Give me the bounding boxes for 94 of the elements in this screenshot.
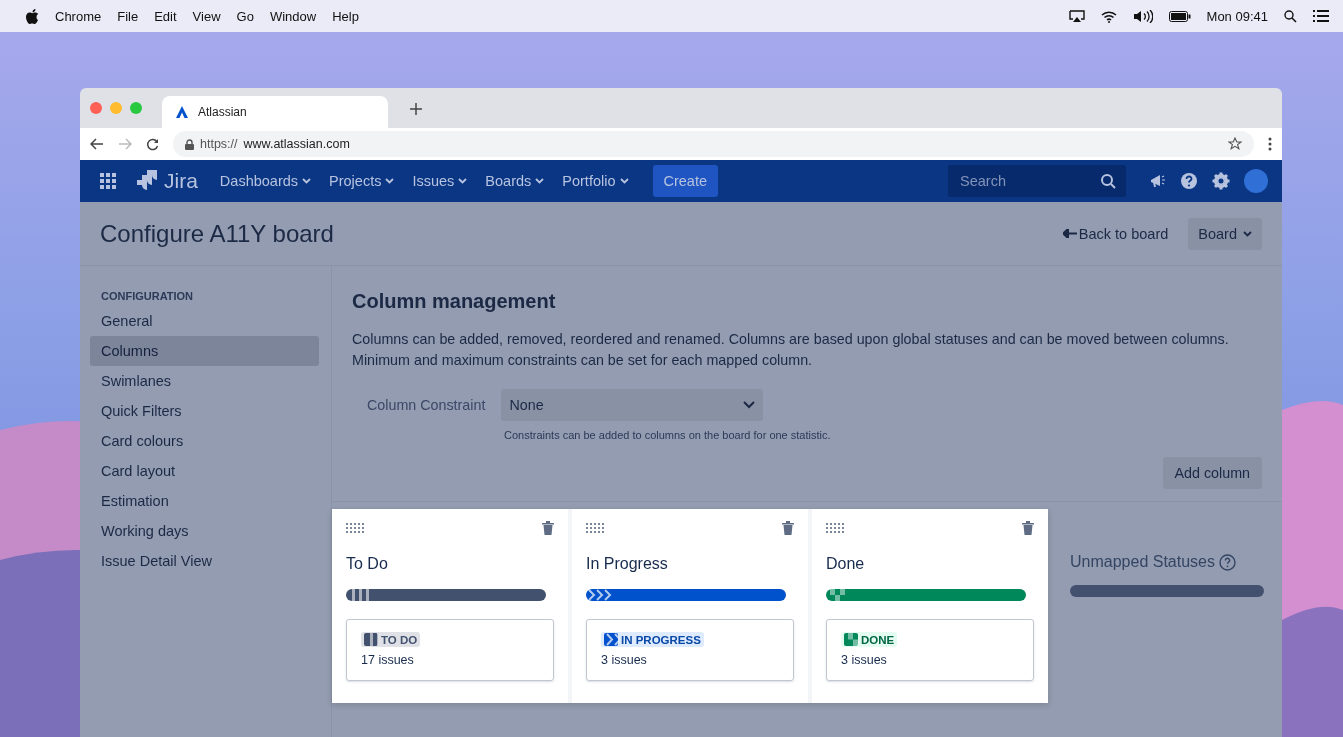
status-icon [844,633,858,646]
status-card[interactable]: IN PROGRESS 3 issues [586,619,794,681]
status-lozenge: TO DO [361,632,421,647]
sidebar-item[interactable]: General [90,306,319,336]
section-title: Column management [352,290,557,313]
back-arrow-icon[interactable] [90,138,104,150]
sidebar-item[interactable]: Quick Filters [90,396,319,426]
url-scheme: https:// [200,137,238,151]
menu-item[interactable]: View [192,8,221,24]
wifi-icon[interactable] [1100,9,1117,23]
chevron-down-icon [385,178,395,184]
list-icon[interactable] [1313,10,1329,22]
status-card[interactable]: TO DO 17 issues [346,619,554,681]
chevron-down-icon [535,178,545,184]
page-title: Configure A11Y board [100,219,335,248]
speaker-icon[interactable] [1132,9,1153,23]
nav-menu[interactable]: Dashboards [217,169,314,193]
left-arrow-icon [1062,229,1077,238]
sidebar-item[interactable]: Columns [90,336,319,366]
constraint-hint: Constraints can be added to columns on the board for one statistic. [504,429,832,441]
column-card[interactable]: In Progress IN PROGRESS 3 issues [572,509,808,703]
app-grid-icon[interactable] [100,173,116,189]
star-icon[interactable] [1228,137,1242,151]
menu-item[interactable]: Go [236,8,254,24]
chevron-down-icon [302,178,312,184]
constraint-select[interactable]: None [501,389,764,421]
sidebar-item[interactable]: Estimation [90,486,319,516]
column-name: In Progress [586,555,669,573]
megaphone-icon[interactable] [1150,174,1166,188]
jira-wordmark: Jira [164,169,198,193]
drag-handle-icon[interactable] [586,523,604,533]
search-bar[interactable]: Search [948,165,1126,197]
back-to-board-link[interactable]: Back to board [1062,225,1169,242]
create-button[interactable]: Create [652,165,719,197]
column-name: To Do [346,555,389,573]
menu-app-name[interactable]: Chrome [55,8,102,24]
chevron-down-icon [619,178,629,184]
url-host: www.atlassian.com [243,137,350,151]
sidebar-heading: CONFIGURATION [100,290,195,302]
browser-tab[interactable]: Atlassian [162,96,388,128]
nav-menu[interactable]: Portfolio [560,169,631,193]
column-name: Done [826,555,866,573]
trash-icon[interactable] [1022,521,1034,535]
battery-icon[interactable] [1168,10,1191,22]
settings-icon[interactable] [1212,172,1230,190]
clock-text[interactable]: Mon 09:41 [1206,8,1268,24]
unmapped-title: Unmapped Statuses [1070,553,1215,571]
sidebar-item[interactable]: Card layout [90,456,319,486]
nav-menu[interactable]: Issues [410,169,470,193]
jira-mark-icon [136,170,158,192]
apple-logo-icon[interactable] [26,8,39,24]
constraint-label: Column Constraint [367,397,486,413]
help-icon[interactable] [1219,553,1236,571]
menu-item[interactable]: Edit [154,8,177,24]
column-card[interactable]: Done DONE 3 issues [812,509,1048,703]
chevron-down-icon [458,178,468,184]
chevron-down-icon [743,401,756,409]
sidebar-item[interactable]: Card colours [90,426,319,456]
status-card[interactable]: DONE 3 issues [826,619,1034,681]
menu-item[interactable]: File [117,8,139,24]
issue-count: 3 issues [841,653,888,667]
sidebar-item[interactable]: Working days [90,516,319,546]
trash-icon[interactable] [542,521,554,535]
menu-item[interactable]: Help [332,8,359,24]
address-bar[interactable]: https:// www.atlassian.com [173,131,1254,157]
nav-menu[interactable]: Projects [327,169,397,193]
sidebar-item[interactable]: Swimlanes [90,366,319,396]
sidebar-item[interactable]: Issue Detail View [90,546,319,576]
airplay-icon[interactable] [1068,9,1085,23]
status-icon [364,633,378,646]
status-icon [604,633,618,646]
column-card[interactable]: To Do TO DO 17 issues [332,509,568,703]
menu-item[interactable]: Window [269,8,317,24]
issue-count: 17 issues [361,653,415,667]
help-icon[interactable] [1180,172,1198,190]
drag-handle-icon[interactable] [826,523,844,533]
more-icon[interactable] [1268,137,1272,151]
search-icon [1101,173,1116,189]
status-lozenge: DONE [841,632,898,647]
drag-handle-icon[interactable] [346,523,364,533]
board-menu-button[interactable]: Board [1188,217,1262,250]
reload-icon[interactable] [146,137,159,151]
jira-logo[interactable]: Jira [136,169,198,193]
lock-icon [185,138,194,150]
search-field[interactable]: Search [958,172,1101,190]
triangle-logo-icon [176,106,188,118]
issue-count: 3 issues [601,653,648,667]
section-description: Columns can be added, removed, reordered and renamed. Columns are based upon global statuses and can be moved between columns. Minimum and maximum constraints can be set for each mapped column. [352,330,1230,370]
add-column-button[interactable]: Add column [1162,457,1262,489]
nav-menu[interactable]: Boards [483,169,547,193]
trash-icon[interactable] [782,521,794,535]
chevron-down-icon [1243,230,1252,237]
search-icon[interactable] [1284,9,1297,23]
status-lozenge: IN PROGRESS [601,632,704,647]
